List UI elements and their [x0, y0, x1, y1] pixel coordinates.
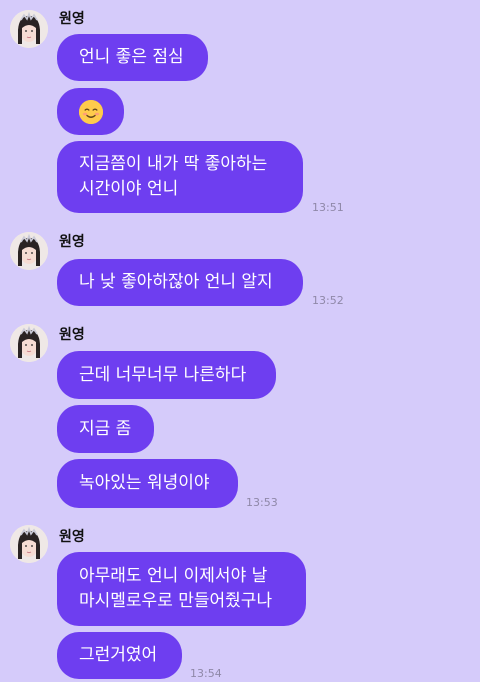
- message-bubble[interactable]: 지금 좀: [57, 405, 154, 453]
- message-bubble[interactable]: 지금쯤이 내가 딱 좋아하는 시간이야 언니: [57, 141, 303, 213]
- message-timestamp: 13:52: [312, 294, 344, 307]
- avatar[interactable]: [10, 232, 48, 270]
- message-text: 아무래도 언니 이제서야 날 마시멜로우로 만들어줬구나: [79, 566, 273, 611]
- sender-name: 원영: [59, 234, 85, 250]
- message-timestamp: 13:53: [246, 496, 278, 509]
- message-bubble[interactable]: [57, 88, 124, 135]
- avatar[interactable]: [10, 324, 48, 362]
- sender-name: 원영: [59, 11, 85, 27]
- avatar[interactable]: [10, 525, 48, 563]
- sender-name: 원영: [59, 327, 85, 343]
- message-timestamp: 13:51: [312, 201, 344, 214]
- message-bubble[interactable]: 그런거였어: [57, 632, 182, 679]
- sender-name: 원영: [59, 529, 85, 545]
- smiling-face-icon: [78, 99, 103, 124]
- message-text: 나 낮 좋아하잖아 언니 알지: [79, 272, 273, 292]
- message-bubble[interactable]: 나 낮 좋아하잖아 언니 알지: [57, 259, 303, 306]
- message-bubble[interactable]: 녹아있는 워녕이야: [57, 459, 238, 508]
- message-timestamp: 13:54: [190, 667, 222, 680]
- message-bubble[interactable]: 근데 너무너무 나른하다: [57, 351, 276, 399]
- message-text: 지금 좀: [79, 418, 132, 439]
- avatar[interactable]: [10, 10, 48, 48]
- message-text: 녹아있는 워녕이야: [79, 473, 210, 493]
- message-bubble[interactable]: 언니 좋은 점심: [57, 34, 208, 81]
- chat-thread[interactable]: 원영 언니 좋은 점심 지금쯤이 내가 딱 좋아하는 시간이야 언니 13:51: [0, 0, 480, 682]
- message-text: 언니 좋은 점심: [79, 47, 184, 67]
- message-bubble[interactable]: 아무래도 언니 이제서야 날 마시멜로우로 만들어줬구나: [57, 552, 306, 626]
- message-text: 그런거였어: [79, 645, 158, 665]
- message-text: 지금쯤이 내가 딱 좋아하는 시간이야 언니: [79, 154, 268, 199]
- message-text: 근데 너무너무 나른하다: [79, 364, 247, 385]
